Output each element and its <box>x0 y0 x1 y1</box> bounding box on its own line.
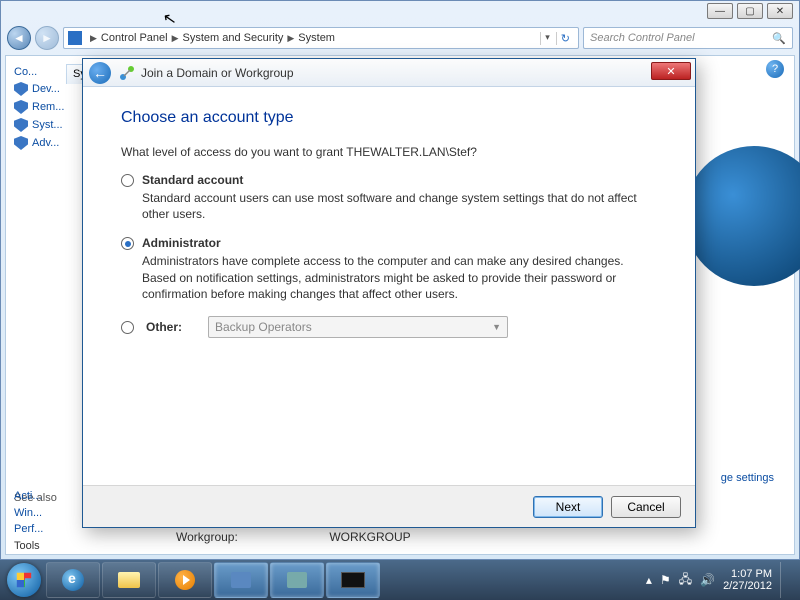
radio-administrator[interactable] <box>121 237 134 250</box>
option-desc-standard: Standard account users can use most soft… <box>142 190 657 222</box>
see-also-link[interactable]: Perf... <box>14 521 43 538</box>
cancel-button[interactable]: Cancel <box>611 496 681 518</box>
option-desc-administrator: Administrators have complete access to t… <box>142 253 657 302</box>
workgroup-value: WORKGROUP <box>329 530 410 544</box>
taskbar-app1[interactable] <box>214 562 268 598</box>
shield-icon <box>14 136 28 150</box>
taskbar-app2[interactable] <box>270 562 324 598</box>
breadcrumb-dropdown-icon[interactable]: ▾ <box>540 32 554 45</box>
folder-icon <box>118 572 140 588</box>
see-also-link[interactable]: Win... <box>14 505 43 522</box>
chevron-down-icon: ▼ <box>492 322 501 332</box>
tray-network-icon[interactable]: 🖧 <box>679 570 692 591</box>
network-icon <box>119 65 135 81</box>
refresh-icon[interactable]: ↻ <box>556 32 574 45</box>
breadcrumb-item[interactable]: System and Security <box>183 32 284 44</box>
search-icon: 🔍 <box>772 32 786 45</box>
tray-show-hidden-icon[interactable]: ▴ <box>646 573 652 587</box>
search-input[interactable]: Search Control Panel 🔍 <box>583 27 793 49</box>
app-icon <box>287 572 307 588</box>
close-button[interactable]: ✕ <box>767 3 793 19</box>
system-tray: ▴ ⚑ 🖧 🔊 1:07 PM 2/27/2012 <box>646 562 796 598</box>
control-panel-icon <box>68 31 82 45</box>
option-label-standard[interactable]: Standard account <box>142 173 243 187</box>
nav-forward-button[interactable]: ► <box>35 26 59 50</box>
workgroup-label: Workgroup: <box>176 530 326 544</box>
dialog-title: Join a Domain or Workgroup <box>141 66 294 80</box>
media-player-icon <box>175 570 195 590</box>
taskbar: ▴ ⚑ 🖧 🔊 1:07 PM 2/27/2012 <box>0 560 800 600</box>
help-icon[interactable]: ? <box>766 60 784 78</box>
workgroup-row: Workgroup: WORKGROUP <box>176 530 784 544</box>
tray-flag-icon[interactable]: ⚑ <box>660 573 671 587</box>
change-settings-link[interactable]: ge settings <box>721 472 774 484</box>
nav-back-button[interactable]: ◄ <box>7 26 31 50</box>
dialog-heading: Choose an account type <box>121 109 657 127</box>
taskbar-media-player[interactable] <box>158 562 212 598</box>
breadcrumb-item[interactable]: System <box>298 32 335 44</box>
taskbar-explorer[interactable] <box>102 562 156 598</box>
dialog-back-button[interactable]: ← <box>89 62 111 84</box>
dialog-question: What level of access do you want to gran… <box>121 145 657 159</box>
breadcrumb[interactable]: ▶ Control Panel ▶ System and Security ▶ … <box>63 27 579 49</box>
shield-icon <box>14 118 28 132</box>
see-also-link[interactable]: Tools <box>14 538 43 555</box>
option-label-administrator[interactable]: Administrator <box>142 236 221 250</box>
clock-date: 2/27/2012 <box>723 580 772 592</box>
dialog-titlebar[interactable]: ← Join a Domain or Workgroup ✕ <box>83 59 695 87</box>
next-button[interactable]: Next <box>533 496 603 518</box>
app-icon <box>231 572 251 588</box>
cmd-icon <box>341 572 365 588</box>
breadcrumb-item[interactable]: Control Panel <box>101 32 168 44</box>
see-also-link[interactable]: Acti... <box>14 488 43 505</box>
radio-other[interactable] <box>121 321 134 334</box>
shield-icon <box>14 82 28 96</box>
clock-time: 1:07 PM <box>723 568 772 580</box>
other-role-combobox[interactable]: Backup Operators ▼ <box>208 316 508 338</box>
search-placeholder: Search Control Panel <box>590 32 695 44</box>
minimize-button[interactable]: — <box>707 3 733 19</box>
windows-logo-decoration <box>684 146 800 286</box>
start-button[interactable] <box>4 562 44 598</box>
combobox-value: Backup Operators <box>215 320 312 334</box>
radio-standard[interactable] <box>121 174 134 187</box>
shield-icon <box>14 100 28 114</box>
maximize-button[interactable]: ▢ <box>737 3 763 19</box>
option-label-other[interactable]: Other: <box>146 320 196 334</box>
taskbar-cmd[interactable] <box>326 562 380 598</box>
join-domain-dialog: ← Join a Domain or Workgroup ✕ Choose an… <box>82 58 696 528</box>
taskbar-clock[interactable]: 1:07 PM 2/27/2012 <box>723 568 772 592</box>
taskbar-ie[interactable] <box>46 562 100 598</box>
tray-volume-icon[interactable]: 🔊 <box>700 573 715 587</box>
dialog-close-button[interactable]: ✕ <box>651 62 691 80</box>
ie-icon <box>62 569 84 591</box>
show-desktop-button[interactable] <box>780 562 790 598</box>
